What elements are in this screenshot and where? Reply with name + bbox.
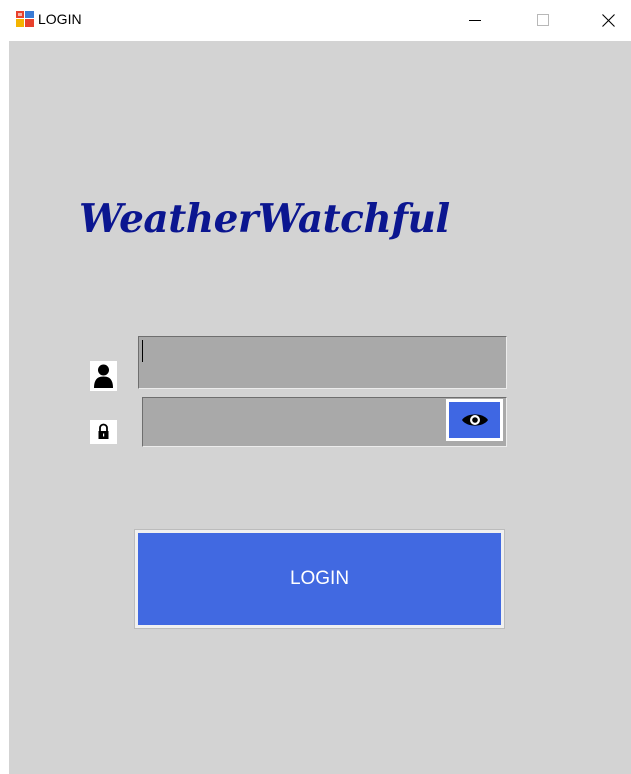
window-title: LOGIN <box>38 11 82 27</box>
title-bar[interactable]: LOGIN <box>0 0 631 40</box>
login-button-label: LOGIN <box>289 568 350 589</box>
lock-icon <box>90 420 117 444</box>
minimize-icon <box>469 20 481 21</box>
maximize-button[interactable] <box>520 0 566 40</box>
client-area: WeatherWatchful LOGIN <box>9 41 631 774</box>
app-brand-title: WeatherWatchful <box>79 196 450 242</box>
text-caret <box>142 340 143 362</box>
username-input[interactable] <box>138 336 507 389</box>
close-icon <box>601 13 615 27</box>
login-window: LOGIN WeatherWatchful LOGIN <box>0 0 631 774</box>
user-icon <box>90 361 117 391</box>
app-icon <box>16 11 34 27</box>
login-button-face[interactable]: LOGIN <box>138 533 501 625</box>
login-button[interactable]: LOGIN <box>134 529 505 629</box>
show-password-button-face[interactable] <box>449 402 500 438</box>
show-password-button[interactable] <box>446 399 503 441</box>
minimize-button[interactable] <box>452 0 498 40</box>
maximize-icon <box>537 14 549 26</box>
eye-icon <box>461 414 488 426</box>
close-button[interactable] <box>585 0 631 40</box>
